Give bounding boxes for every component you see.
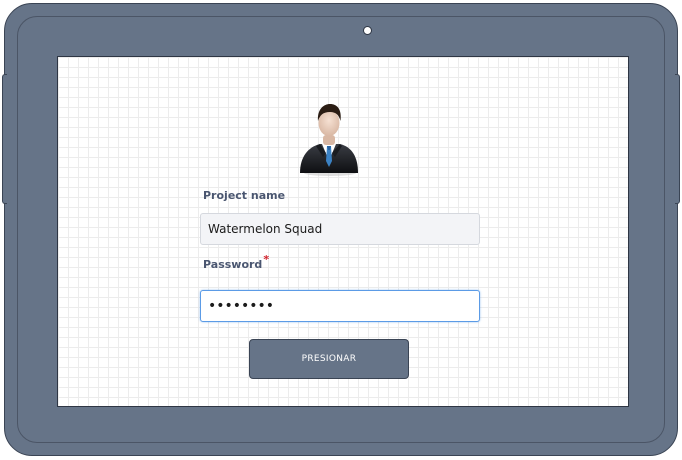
- password-label-text: Password: [203, 258, 263, 271]
- tablet-side-button-left: [2, 74, 7, 204]
- password-masked-value: ••••••••: [208, 298, 275, 314]
- project-name-value: Watermelon Squad: [208, 222, 323, 236]
- password-label: Password*: [203, 253, 269, 271]
- submit-button[interactable]: PRESIONAR: [249, 339, 409, 379]
- password-input[interactable]: ••••••••: [200, 290, 480, 322]
- tablet-screen: Project name Watermelon Squad Password* …: [57, 56, 629, 407]
- project-name-label: Project name: [203, 189, 285, 202]
- required-asterisk: *: [263, 253, 270, 266]
- camera-icon: [363, 26, 372, 35]
- tablet-side-button-right: [675, 74, 680, 204]
- project-name-input[interactable]: Watermelon Squad: [200, 213, 480, 245]
- project-name-label-text: Project name: [203, 189, 286, 202]
- user-avatar-icon: [300, 104, 358, 176]
